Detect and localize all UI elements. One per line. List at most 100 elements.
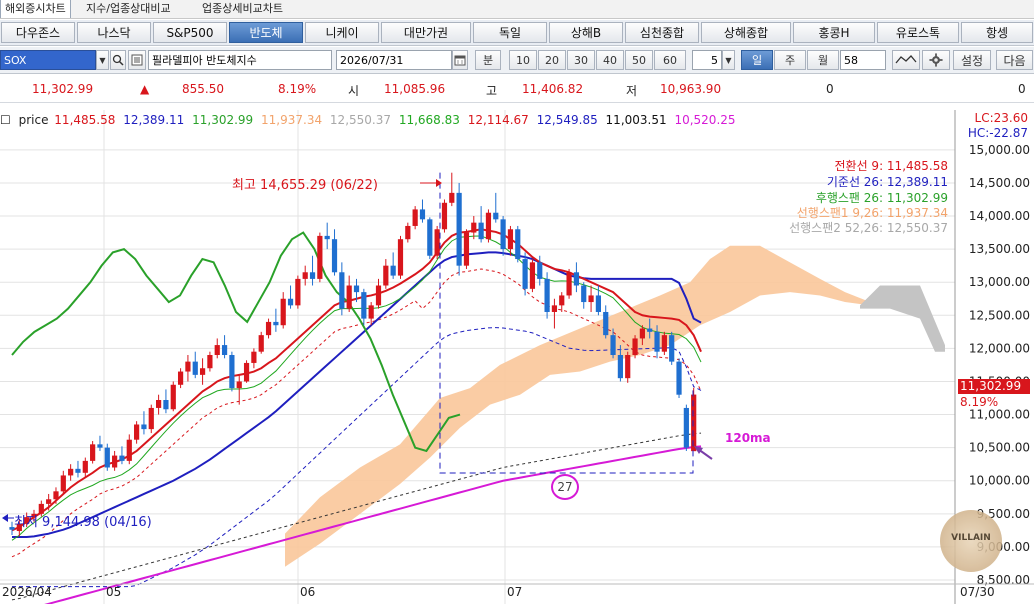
next-button[interactable]: 다음 — [996, 50, 1033, 70]
minute-60-button[interactable]: 60 — [654, 50, 686, 70]
candle-body — [265, 321, 272, 336]
minute-10-button[interactable]: 10 — [509, 50, 537, 70]
candle-body — [632, 338, 638, 355]
market-button-eurostoxx[interactable]: 유로스톡 — [877, 22, 959, 43]
candle-body — [603, 311, 609, 336]
low-label: 저 — [626, 84, 638, 98]
count-input[interactable]: 58 — [840, 50, 886, 70]
candle-body — [53, 491, 59, 500]
minute-30-button[interactable]: 30 — [567, 50, 595, 70]
legend-value-ma-blue: 12,549.85 — [536, 113, 598, 127]
open-price: 11,085.96 — [384, 82, 446, 96]
candle-body — [390, 265, 396, 276]
ma120-annotation: 120ma — [725, 431, 771, 445]
candle-body — [207, 355, 213, 369]
current-price-tag: 11,302.99 — [958, 379, 1030, 394]
week-button[interactable]: 주 — [774, 50, 806, 70]
minute-20-button[interactable]: 20 — [538, 50, 566, 70]
candle-body — [617, 355, 623, 379]
market-button-hongkong-h[interactable]: 홍콩H — [793, 22, 875, 43]
candle-body — [119, 455, 125, 461]
candle-body — [654, 331, 660, 352]
y-tick-label: 15,000.00 — [969, 143, 1030, 157]
day-button[interactable]: 일 — [741, 50, 773, 70]
candle-body — [537, 262, 543, 279]
search-icon[interactable] — [110, 50, 126, 70]
legend-value-ma-magenta: 10,520.25 — [674, 113, 736, 127]
candle-body — [427, 219, 433, 256]
y-tick-label: 13,000.00 — [969, 275, 1030, 289]
candle-body — [309, 272, 316, 279]
legend-value-lagging: 11,302.99 — [192, 113, 254, 127]
settings-button[interactable]: 설정 — [953, 50, 991, 70]
minute-period-button[interactable]: 분 — [475, 50, 501, 70]
date-input[interactable]: 2026/07/31 — [336, 50, 452, 70]
gear-icon[interactable] — [922, 50, 950, 70]
candle-body — [192, 361, 198, 375]
symbol-dropdown-arrow[interactable]: ▼ — [96, 50, 109, 70]
calendar-icon[interactable] — [452, 50, 468, 70]
current-price-tag-pct: 8.19% — [960, 395, 999, 409]
candle-body — [661, 335, 667, 352]
market-button-sp500[interactable]: S&P500 — [153, 22, 227, 43]
candle-body — [397, 239, 404, 276]
legend-value-conversion: 11,485.58 — [54, 113, 116, 127]
legend-value-ma-black: 11,003.51 — [605, 113, 667, 127]
day-count-badge: 27 — [551, 474, 579, 500]
candle-body — [559, 295, 565, 306]
market-button-shanghai[interactable]: 상해종합 — [701, 22, 791, 43]
candle-body — [419, 209, 426, 220]
market-button-shenzhen[interactable]: 심천종합 — [625, 22, 699, 43]
candle-body — [295, 278, 301, 306]
legend-value-base: 12,389.11 — [123, 113, 185, 127]
villain-logo: VILLAIN — [940, 510, 1002, 572]
x-tick-label: 07/30 — [960, 585, 995, 599]
symbol-name-field: 필라델피아 반도체지수 — [148, 50, 332, 70]
candle-body — [185, 361, 191, 372]
market-button-semiconductor[interactable]: 반도체 — [229, 22, 303, 43]
chart-type-icon[interactable] — [892, 50, 920, 70]
ichimoku-span2-label: 선행스팬2 52,26: 12,550.37 — [789, 221, 948, 235]
market-button-shanghai-b[interactable]: 상해B — [549, 22, 623, 43]
tab-overseas-chart[interactable]: 해외증시차트 — [0, 0, 71, 18]
candle-body — [361, 292, 367, 319]
x-tick-label: 2026/04 — [2, 585, 52, 599]
minute-40-button[interactable]: 40 — [596, 50, 624, 70]
candle-body — [449, 192, 455, 203]
candle-body — [353, 285, 360, 293]
market-button-dow[interactable]: 다우존스 — [1, 22, 75, 43]
candle-body — [383, 265, 389, 286]
candle-body — [170, 384, 176, 410]
market-button-nikkei[interactable]: 니케이 — [305, 22, 379, 43]
candle-body — [647, 328, 653, 332]
minute-50-button[interactable]: 50 — [625, 50, 653, 70]
month-button[interactable]: 월 — [807, 50, 839, 70]
legend-value-ma-red: 12,114.67 — [467, 113, 529, 127]
tab-sector-compare[interactable]: 업종상세비교차트 — [198, 0, 287, 18]
candle-body — [581, 285, 587, 303]
market-button-nasdaq[interactable]: 나스닥 — [77, 22, 151, 43]
candle-body — [236, 381, 242, 389]
y-tick-label: 10,000.00 — [969, 474, 1030, 488]
market-button-taiwan[interactable]: 대만가권 — [381, 22, 471, 43]
candle-body — [588, 295, 594, 303]
market-button-germany[interactable]: 독일 — [473, 22, 547, 43]
candle-body — [493, 212, 499, 220]
candle-body — [639, 328, 645, 339]
candle-body — [463, 232, 470, 266]
y-tick-label: 10,500.00 — [969, 441, 1030, 455]
candle-body — [214, 345, 220, 355]
symbol-code-input[interactable]: SOX — [0, 50, 96, 70]
legend-checkbox-icon[interactable]: ☐ — [0, 113, 11, 127]
candle-body — [471, 222, 477, 233]
minute-select[interactable]: 5 — [692, 50, 722, 70]
market-button-hangseng[interactable]: 항셍 — [961, 22, 1033, 43]
candle-body — [515, 229, 521, 260]
candle-body — [199, 368, 206, 375]
candle-body — [68, 468, 74, 476]
candle-body — [90, 444, 96, 461]
list-icon[interactable] — [128, 50, 146, 70]
minute-dropdown-arrow[interactable]: ▼ — [722, 50, 735, 70]
tab-index-relative[interactable]: 지수/업종상대비교 — [82, 0, 175, 18]
candle-body — [405, 225, 411, 240]
